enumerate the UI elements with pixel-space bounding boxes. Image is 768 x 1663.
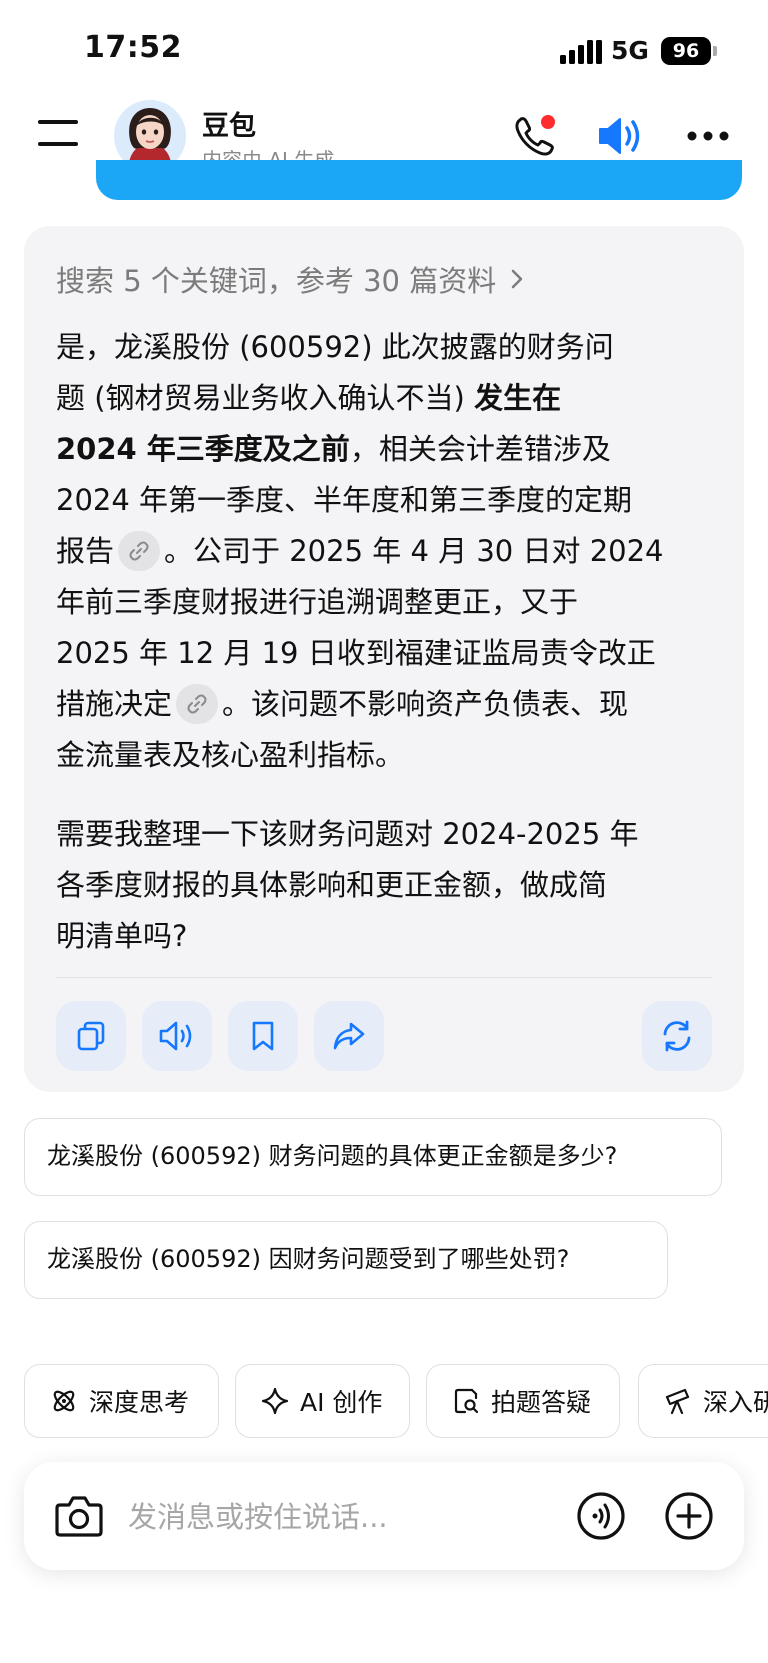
refresh-icon [663,1020,691,1052]
answer-line: 各季度财报的具体影响和更正金额，做成简 [56,868,608,902]
network-type: 5G [611,36,649,65]
tool-label: 深度思考 [89,1388,190,1417]
link-icon [187,694,207,714]
regenerate-button[interactable] [642,1001,712,1071]
tool-label: 深入研 [703,1388,768,1417]
atom-icon [53,1390,75,1412]
message-input[interactable] [128,1497,548,1537]
speaker-icon [159,1021,192,1051]
status-time: 17:52 [84,30,182,65]
chat-title: 豆包 [202,111,256,142]
search-summary-text: 搜索 5 个关键词，参考 30 篇资料 [56,264,497,298]
tool-photo-question[interactable]: 拍题答疑 [426,1364,620,1438]
chevron-right-icon [511,269,523,289]
more-options-icon[interactable] [686,130,730,142]
tool-deep-research[interactable]: 深入研 [638,1364,768,1438]
scan-question-icon [454,1388,479,1414]
bookmark-button[interactable] [228,1001,298,1071]
answer-line: 2024 年三季度及之前，相关会计差错涉及 [56,424,716,475]
suggested-question[interactable]: 龙溪股份 (600592) 财务问题的具体更正金额是多少? [24,1118,722,1196]
tool-deep-think[interactable]: 深度思考 [24,1364,219,1438]
answer-text: 。该问题不影响资产负债表、现 [222,687,629,721]
battery-cap [713,46,717,56]
answer-line: 2024 年第一季度、半年度和第三季度的定期 [56,483,633,517]
answer-text: 。公司于 2025 年 4 月 30 日对 2024 [164,534,664,568]
answer-text: 题 (钢材贸易业务收入确认不当) [56,381,475,415]
suggested-question[interactable]: 龙溪股份 (600592) 因财务问题受到了哪些处罚? [24,1221,668,1299]
tool-label: 拍题答疑 [491,1388,592,1417]
search-summary-link[interactable]: 搜索 5 个关键词，参考 30 篇资料 [56,258,524,300]
answer-line: 2025 年 12 月 19 日收到福建证监局责令改正 [56,636,656,670]
camera-icon[interactable] [54,1493,104,1539]
reference-link-chip[interactable] [176,684,219,724]
answer-line: 金流量表及核心盈利指标。 [56,738,405,772]
answer-line: 题 (钢材贸易业务收入确认不当) 发生在 [56,373,716,424]
answer-line: 是，龙溪股份 (600592) 此次披露的财务问 [56,330,614,364]
share-button[interactable] [314,1001,384,1071]
answer-bold-text: 发生在 [474,381,562,415]
copy-button[interactable] [56,1001,126,1071]
reference-link-chip[interactable] [118,531,161,571]
tool-ai-create[interactable]: AI 创作 [235,1364,410,1438]
copy-icon [77,1021,105,1051]
answer-paragraph-2: 需要我整理一下该财务问题对 2024-2025 年 各季度财报的具体影响和更正金… [56,809,716,962]
read-aloud-button[interactable] [142,1001,212,1071]
answer-line: 报告 。公司于 2025 年 4 月 30 日对 2024 [56,526,716,577]
menu-icon[interactable] [38,118,80,152]
answer-line: 年前三季度财报进行追溯调整更正，又于 [56,585,579,619]
answer-line: 措施决定 。该问题不影响资产负债表、现 [56,679,716,730]
link-icon [129,541,149,561]
signal-strength-icon [560,40,602,64]
bookmark-icon [252,1021,274,1051]
voice-input-icon[interactable] [576,1491,626,1541]
answer-text: ，相关会计差错涉及 [349,432,611,466]
battery-level: 96 [661,37,711,65]
answer-paragraph-1: 是，龙溪股份 (600592) 此次披露的财务问 题 (钢材贸易业务收入确认不当… [56,322,716,781]
sparkle-icon [261,1387,289,1415]
answer-bold-text: 2024 年三季度及之前 [56,432,350,466]
answer-text: 报告 [56,534,115,568]
divider [56,977,712,978]
share-forward-icon [333,1022,365,1050]
answer-line: 需要我整理一下该财务问题对 2024-2025 年 [56,817,639,851]
add-attachment-icon[interactable] [664,1491,714,1541]
user-message-bubble [96,160,742,200]
answer-line: 明清单吗? [56,919,188,953]
phone-call-icon[interactable] [512,114,558,160]
answer-text: 措施决定 [56,687,173,721]
speaker-icon[interactable] [596,114,644,158]
telescope-icon [665,1388,690,1415]
tool-label: AI 创作 [300,1388,383,1417]
